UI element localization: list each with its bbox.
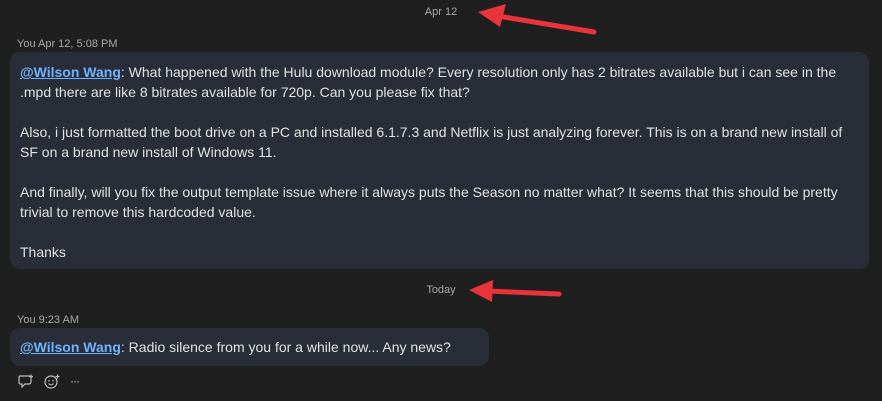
red-arrow-annotation [469,280,562,302]
date-divider-apr12: Apr 12 [0,6,882,18]
reply-icon[interactable] [18,374,34,388]
red-arrow-annotation [478,4,597,35]
message-bubble[interactable]: @Wilson Wang: What happened with the Hul… [10,52,869,269]
message-meta: You 9:23 AM [17,314,79,326]
message-paragraph: Also, i just formatted the boot drive on… [20,124,843,160]
date-divider-today: Today [0,284,882,296]
message-text: : What happened with the Hulu download m… [20,64,837,100]
message-paragraph: @Wilson Wang: What happened with the Hul… [20,62,857,102]
mention-link[interactable]: @Wilson Wang [20,339,121,355]
message-paragraph: Thanks [20,244,66,260]
sender-and-time: You Apr 12, 5:08 PM [17,38,118,50]
message-text: : Radio silence from you for a while now… [120,339,451,355]
sender-and-time: You 9:23 AM [17,314,79,326]
mention-link[interactable]: @Wilson Wang [20,64,121,80]
message-bubble[interactable]: @Wilson Wang: Radio silence from you for… [10,328,489,366]
more-options-icon[interactable]: ··· [70,374,80,388]
message-paragraph: And finally, will you fix the output tem… [20,184,838,220]
date-divider-label: Today [426,284,456,296]
date-divider-label: Apr 12 [424,6,458,18]
message-actions: ··· [18,373,80,389]
message-paragraph: @Wilson Wang: Radio silence from you for… [20,337,477,357]
add-reaction-icon[interactable] [44,374,60,389]
message-meta: You Apr 12, 5:08 PM [17,38,118,50]
